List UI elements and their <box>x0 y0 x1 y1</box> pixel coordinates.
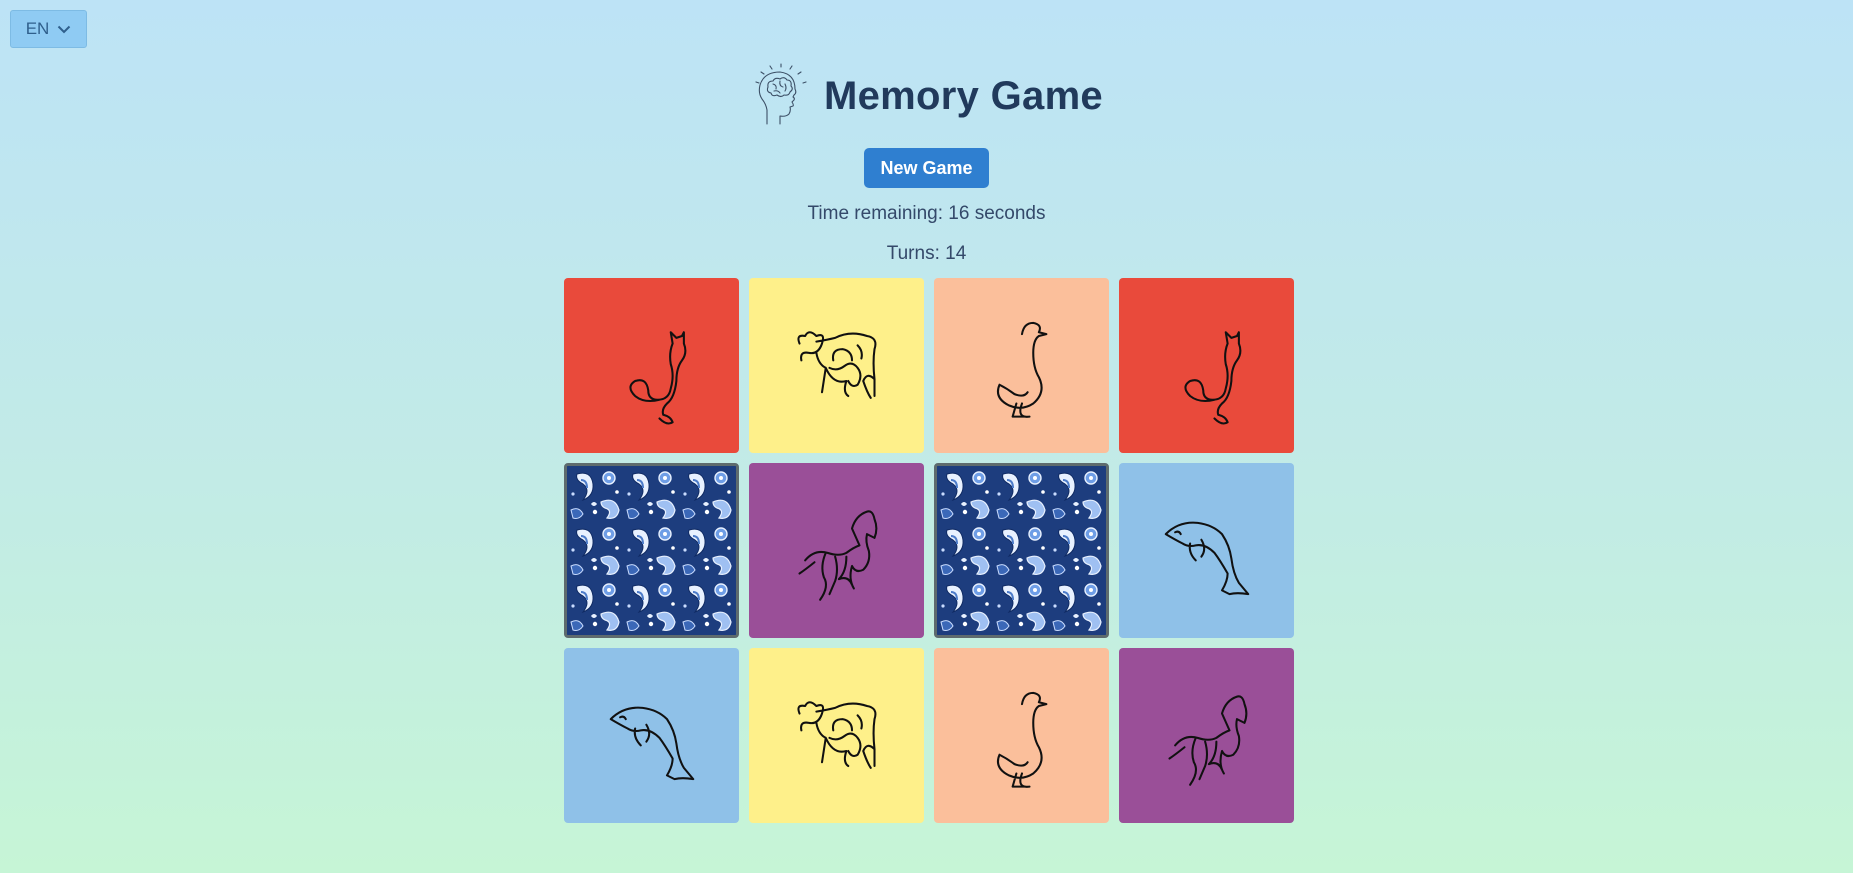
card-revealed[interactable] <box>934 648 1109 823</box>
brain-head-icon <box>755 63 807 125</box>
paisley-pattern <box>937 466 1106 635</box>
dolphin-icon <box>1164 521 1249 595</box>
language-selected: EN <box>25 19 50 38</box>
language-selector[interactable]: EN <box>10 10 87 48</box>
card-revealed[interactable] <box>1119 648 1294 823</box>
card-revealed[interactable] <box>564 648 739 823</box>
card-revealed[interactable] <box>1119 463 1294 638</box>
paisley-pattern <box>567 466 736 635</box>
cat-icon <box>628 330 686 425</box>
goose-icon <box>996 691 1047 788</box>
card-revealed[interactable] <box>1119 278 1294 453</box>
card-revealed[interactable] <box>749 278 924 453</box>
cow-icon <box>796 700 876 769</box>
new-game-button[interactable]: New Game <box>864 148 989 188</box>
horse-icon <box>797 509 877 601</box>
cat-icon <box>1183 330 1241 425</box>
card-grid <box>564 278 1294 823</box>
turns-counter: Turns: 14 <box>886 243 967 264</box>
card-revealed[interactable] <box>564 278 739 453</box>
page-title: Memory Game <box>824 73 1103 118</box>
card-revealed[interactable] <box>934 278 1109 453</box>
goose-icon <box>996 321 1047 418</box>
horse-icon <box>1167 694 1247 786</box>
card-facedown[interactable] <box>564 463 739 638</box>
chevron-down-icon <box>58 25 71 33</box>
card-revealed[interactable] <box>749 648 924 823</box>
page-header: Memory Game <box>0 62 1853 130</box>
cow-icon <box>796 330 876 399</box>
card-facedown[interactable] <box>934 463 1109 638</box>
dolphin-icon <box>609 706 694 780</box>
time-remaining: Time remaining: 16 seconds <box>807 203 1046 224</box>
card-revealed[interactable] <box>749 463 924 638</box>
